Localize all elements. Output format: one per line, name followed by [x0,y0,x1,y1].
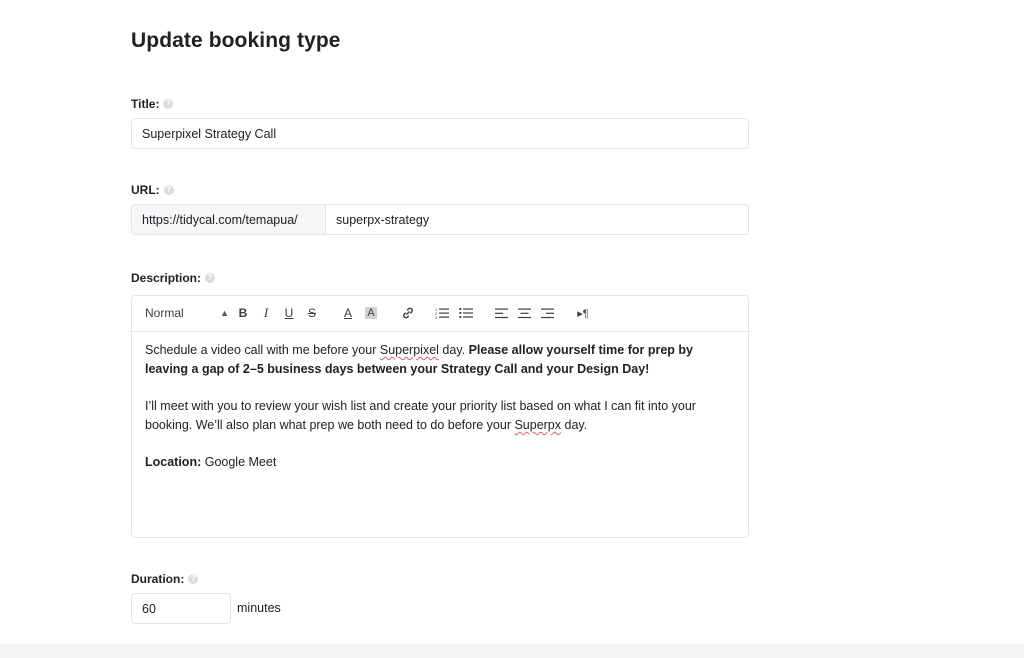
page-title: Update booking type [131,29,341,52]
description-editor: Normal ▲ B I U S A A 123 ▸¶ Schedule a v… [131,295,749,538]
description-paragraph: Schedule a video call with me before you… [145,341,737,379]
title-label: Title: ? [131,96,174,112]
text-color-button[interactable]: A [340,305,356,321]
description-paragraph: Location: Google Meet [145,453,737,472]
underline-button[interactable]: U [282,305,296,321]
text-direction-icon[interactable]: ▸¶ [574,305,592,321]
duration-unit: minutes [237,601,281,615]
spellcheck-word: Superpixel [379,343,439,357]
title-help-icon[interactable]: ? [163,99,174,109]
align-right-icon[interactable] [539,305,555,321]
bullet-list-icon[interactable] [458,305,474,321]
duration-help-icon[interactable]: ? [188,574,199,584]
url-label: URL: ? [131,182,174,198]
description-help-icon[interactable]: ? [205,273,216,283]
description-content[interactable]: Schedule a video call with me before you… [145,341,737,490]
text-span: Schedule a video call with me before you… [145,343,380,357]
location-value: Google Meet [201,455,277,469]
strikethrough-button[interactable]: S [305,305,319,321]
url-label-text: URL: [131,183,160,197]
url-prefix: https://tidycal.com/temapua/ [132,205,326,234]
text-span: I’ll meet with you to review your wish l… [145,399,696,432]
background-color-glyph: A [365,307,377,319]
svg-text:3: 3 [435,315,438,319]
text-span: day. [438,343,469,357]
url-input-group: https://tidycal.com/temapua/ [131,204,749,235]
editor-toolbar: Normal ▲ B I U S A A 123 ▸¶ [132,296,748,332]
description-label-text: Description: [131,271,202,285]
ordered-list-icon[interactable]: 123 [434,305,450,321]
select-arrows-icon: ▲ [220,308,229,318]
url-help-icon[interactable]: ? [163,185,174,195]
link-icon[interactable] [400,305,416,321]
title-input[interactable] [131,118,749,149]
italic-button[interactable]: I [259,305,273,321]
bold-button[interactable]: B [236,305,250,321]
duration-input[interactable] [131,593,231,624]
location-label: Location: [145,455,202,469]
text-span: day. [561,418,588,432]
text-format-select[interactable]: Normal ▲ [145,305,229,321]
text-format-label: Normal [145,306,184,320]
title-label-text: Title: [131,97,160,111]
description-paragraph: I’ll meet with you to review your wish l… [145,397,737,435]
duration-label-text: Duration: [131,572,185,586]
description-label: Description: ? [131,270,216,286]
align-left-icon[interactable] [493,305,509,321]
url-slug-input[interactable] [326,205,748,234]
spellcheck-word: Superpx [514,418,562,432]
duration-label: Duration: ? [131,571,199,587]
background-color-button[interactable]: A [363,305,379,321]
page-footer-band [0,644,1024,658]
align-center-icon[interactable] [516,305,532,321]
